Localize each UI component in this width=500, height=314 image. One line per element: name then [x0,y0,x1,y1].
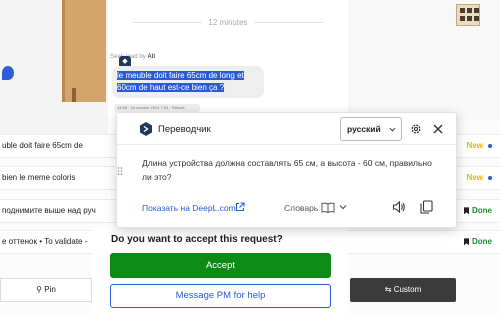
furniture-leg [72,88,76,102]
popup-divider [117,144,456,145]
marker-icon[interactable] [2,66,14,80]
close-icon[interactable] [432,123,444,135]
chevron-down-icon[interactable] [339,203,347,211]
translator-title: Переводчик [158,124,211,135]
copy-icon[interactable] [420,200,433,214]
message-meta: 14:58 · 04 octobre 2024 7:03 · Refusé [114,104,200,112]
accept-button[interactable]: Accept [110,253,331,278]
unread-dot-icon [488,143,492,148]
status-badge: New [467,167,492,189]
status-badge: Done [464,200,492,222]
message-text-line: le meuble doit faire 65cm de long et [117,71,244,80]
drag-handle-icon[interactable] [117,166,123,176]
message-text-line: 60cm de haut est-ce bien ça ? [117,83,225,92]
deepl-link[interactable]: Показать на DeepL.com [142,203,236,213]
pin-button[interactable]: ⚲ Pin [0,278,92,302]
gear-icon[interactable] [410,123,422,135]
list-item-text: uble doit faire 65cm de [2,141,83,150]
status-badge: Done [464,231,492,253]
bookmark-icon [464,207,469,215]
custom-icon: ⇆ [384,285,392,294]
chevron-down-icon [389,127,396,132]
list-item-text: поднимите выше над руч [2,206,96,215]
read-by-label: Seen read by All [110,54,156,60]
speaker-icon[interactable] [392,200,406,214]
message-pm-button[interactable]: Message PM for help [110,284,331,308]
unread-dot-icon [488,175,492,180]
time-divider: 12 minutes [108,18,348,27]
thumbnail-image[interactable] [456,4,480,26]
book-icon[interactable] [321,202,335,213]
language-select[interactable]: русский [340,117,402,141]
custom-button[interactable]: ⇆ Custom [350,278,456,302]
list-item-text: bien le meme coloris [2,173,76,182]
approval-question: Do you want to accept this request? [111,234,283,245]
bookmark-icon [464,238,469,246]
pin-icon: ⚲ [36,285,43,294]
status-badge: New [467,135,492,157]
list-item-text: e оттенок • To validate - [2,237,88,246]
furniture-image [62,0,106,102]
dictionary-label[interactable]: Словарь [284,203,318,213]
external-link-icon[interactable] [235,202,245,212]
message-bubble[interactable]: le meuble doit faire 65cm de long et 60c… [112,66,264,98]
translation-text: Длина устройства должна составлять 65 см… [142,158,432,182]
deepl-logo-icon [140,122,152,136]
